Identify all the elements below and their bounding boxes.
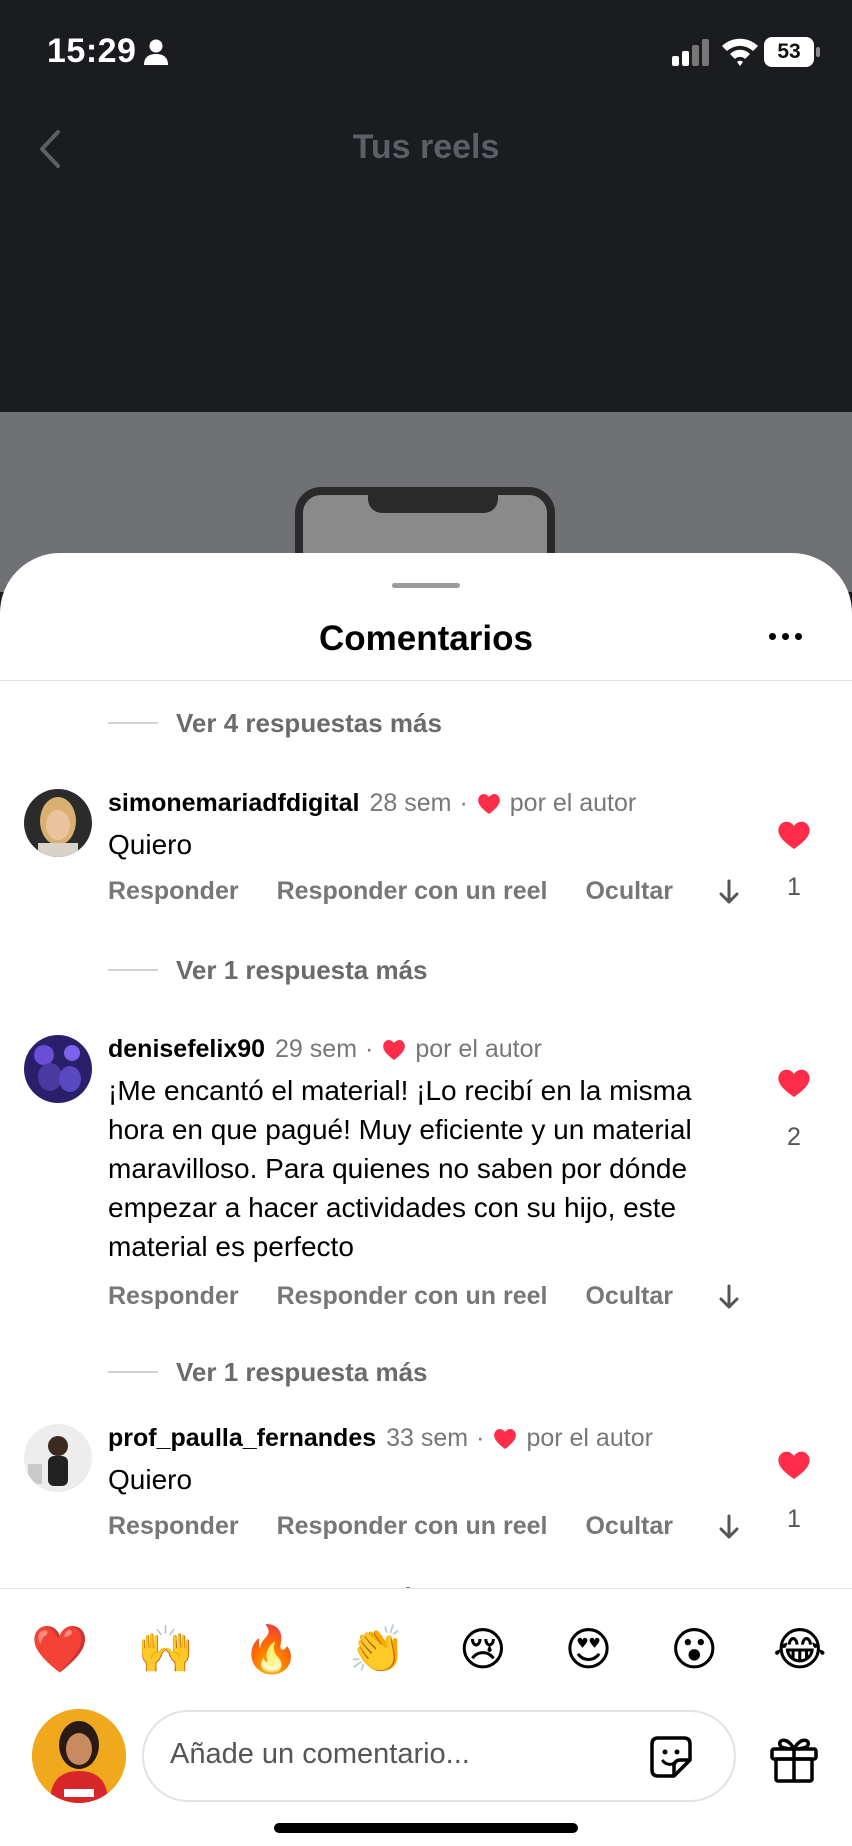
- reply-with-reel-button[interactable]: Responder con un reel: [277, 1512, 548, 1541]
- comment-actions: Responder Responder con un reel Ocultar: [108, 1512, 741, 1541]
- sheet-grabber[interactable]: [392, 583, 460, 588]
- comment-input[interactable]: Añade un comentario...: [142, 1710, 736, 1802]
- reply-button[interactable]: Responder: [108, 1282, 239, 1311]
- reply-with-reel-button[interactable]: Responder con un reel: [277, 877, 548, 906]
- reply-button[interactable]: Responder: [108, 1512, 239, 1541]
- status-bar: 15:29 53: [0, 0, 852, 100]
- arrow-down-icon[interactable]: [717, 1513, 741, 1541]
- username[interactable]: prof_paulla_fernandes: [108, 1424, 376, 1453]
- wifi-icon: [722, 38, 758, 66]
- like-count: 1: [787, 873, 801, 901]
- battery-indicator: 53: [764, 37, 822, 67]
- comment-meta: denisefelix90 29 sem · por el autor: [108, 1035, 542, 1064]
- like-count: 1: [787, 1505, 801, 1533]
- emoji-crying[interactable]: 😢: [453, 1619, 513, 1679]
- comment-text: Quiero: [108, 1464, 193, 1495]
- arrow-down-icon[interactable]: [717, 1283, 741, 1311]
- emoji-fire[interactable]: 🔥: [241, 1619, 301, 1679]
- gift-icon[interactable]: [766, 1729, 822, 1785]
- emoji-surprised[interactable]: 😮: [664, 1619, 724, 1679]
- comment-text: Quiero: [108, 829, 193, 860]
- like-count: 2: [787, 1123, 801, 1151]
- hide-button[interactable]: Ocultar: [585, 1282, 673, 1311]
- comment-composer: ❤️ 🙌 🔥 👏 😢 😍 😮 😂 Añade un comentario...: [0, 1588, 852, 1846]
- like-heart-icon[interactable]: [776, 819, 812, 851]
- comment-text: ¡Me encantó el material! ¡Lo recibí en l…: [108, 1075, 692, 1262]
- view-more-replies[interactable]: Ver 4 respuestas más: [108, 703, 442, 743]
- avatar[interactable]: [24, 789, 92, 857]
- more-options-button[interactable]: [760, 613, 812, 657]
- view-more-replies[interactable]: Ver 1 respuesta más: [108, 950, 428, 990]
- view-more-replies[interactable]: Ver 1 respuesta más: [108, 1352, 428, 1392]
- divider: [0, 680, 852, 681]
- heart-icon: [477, 793, 500, 814]
- top-nav: Tus reels: [0, 110, 852, 190]
- emoji-raised-hands[interactable]: 🙌: [136, 1619, 196, 1679]
- emoji-heart[interactable]: ❤️: [30, 1619, 90, 1679]
- username[interactable]: simonemariadfdigital: [108, 789, 359, 818]
- liked-by-author: por el autor: [415, 1035, 542, 1063]
- avatar[interactable]: [24, 1424, 92, 1492]
- timestamp: 28 sem: [369, 789, 452, 817]
- heart-icon: [494, 1428, 517, 1449]
- emoji-laughing[interactable]: 😂: [770, 1619, 830, 1679]
- emoji-heart-eyes[interactable]: 😍: [559, 1619, 619, 1679]
- person-icon: [144, 39, 168, 65]
- status-time: 15:29: [47, 32, 137, 70]
- sticker-icon[interactable]: [644, 1730, 698, 1784]
- page-title: Tus reels: [352, 128, 500, 166]
- cellular-signal-icon: [672, 39, 709, 66]
- liked-by-author: por el autor: [509, 789, 637, 817]
- like-heart-icon[interactable]: [776, 1449, 812, 1481]
- timestamp: 29 sem: [275, 1035, 358, 1063]
- timestamp: 33 sem: [386, 1424, 469, 1452]
- emoji-quick-reactions: ❤️ 🙌 🔥 👏 😢 😍 😮 😂: [30, 1619, 830, 1679]
- comment-actions: Responder Responder con un reel Ocultar: [108, 877, 741, 906]
- comment-input-placeholder: Añade un comentario...: [170, 1738, 470, 1770]
- like-heart-icon[interactable]: [776, 1067, 812, 1099]
- home-indicator: [274, 1823, 578, 1833]
- comment-actions: Responder Responder con un reel Ocultar: [108, 1282, 741, 1311]
- battery-level: 53: [777, 40, 801, 63]
- reply-button[interactable]: Responder: [108, 877, 239, 906]
- arrow-down-icon[interactable]: [717, 878, 741, 906]
- comment-meta: simonemariadfdigital 28 sem · por el aut…: [108, 789, 637, 818]
- comment-meta: prof_paulla_fernandes 33 sem · por el au…: [108, 1424, 653, 1453]
- liked-by-author: por el autor: [526, 1424, 653, 1452]
- avatar[interactable]: [24, 1035, 92, 1103]
- hide-button[interactable]: Ocultar: [585, 1512, 673, 1541]
- heart-icon: [383, 1039, 406, 1060]
- my-avatar: [32, 1709, 126, 1803]
- hide-button[interactable]: Ocultar: [585, 877, 673, 906]
- username[interactable]: denisefelix90: [108, 1035, 265, 1064]
- reply-with-reel-button[interactable]: Responder con un reel: [277, 1282, 548, 1311]
- sheet-title: Comentarios: [319, 619, 533, 658]
- emoji-clapping[interactable]: 👏: [347, 1619, 407, 1679]
